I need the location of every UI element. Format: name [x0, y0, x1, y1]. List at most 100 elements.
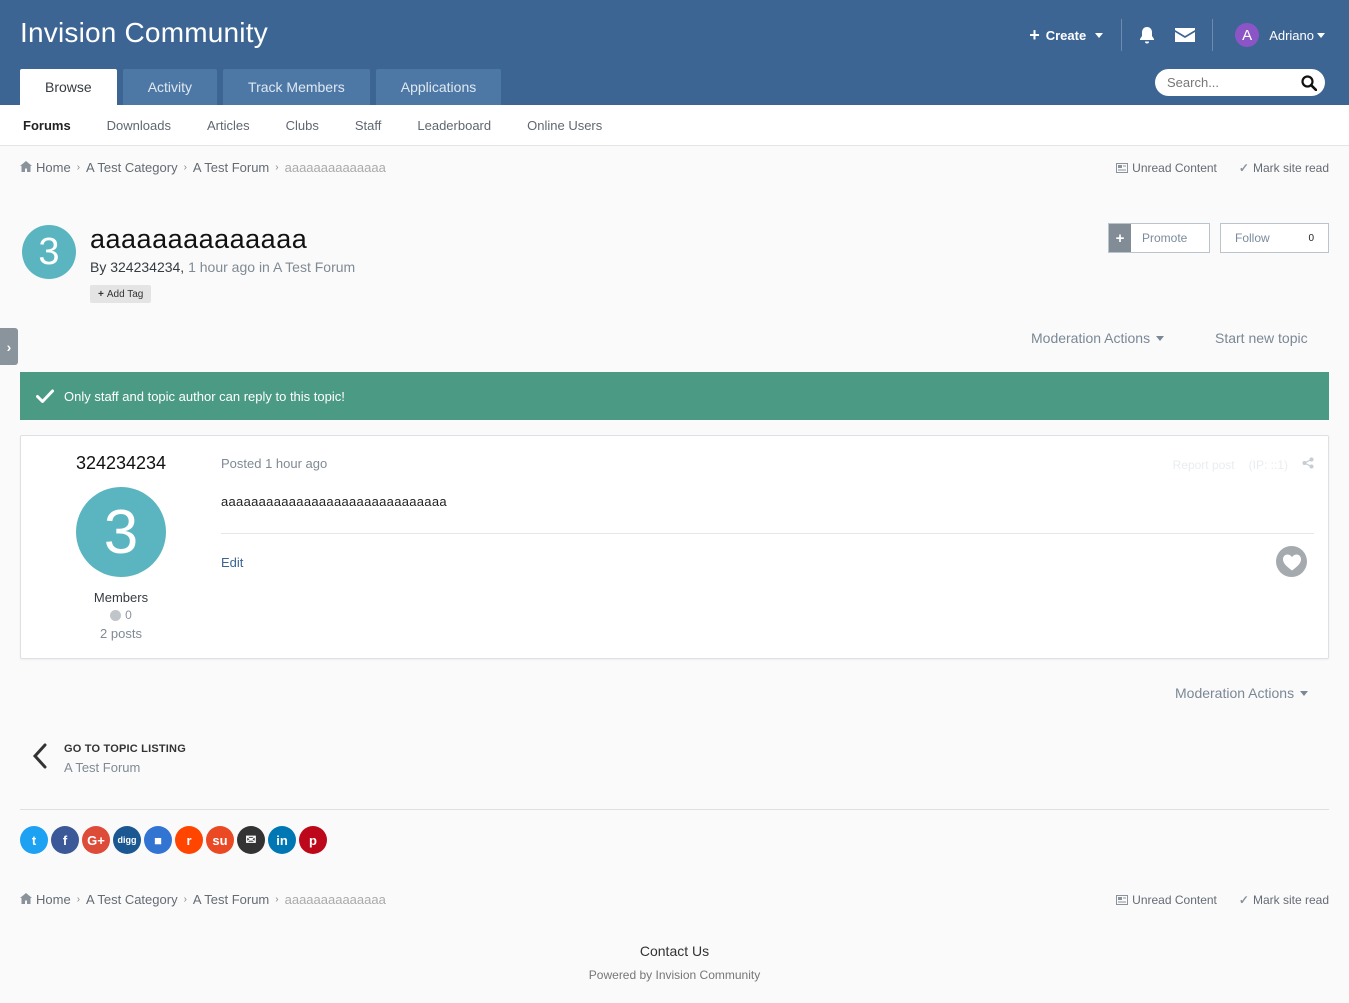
- search-icon[interactable]: [1301, 74, 1317, 91]
- site-header: Invision Community + Create A Adriano Br…: [0, 0, 1349, 105]
- post-content: aaaaaaaaaaaaaaaaaaaaaaaaaaaaaa: [221, 494, 447, 509]
- topic-author-avatar[interactable]: 3: [22, 225, 76, 279]
- topic-author-link[interactable]: 324234234,: [110, 259, 184, 275]
- topic-time: 1 hour ago: [188, 259, 256, 275]
- unread-content-link[interactable]: Unread Content: [1116, 893, 1217, 907]
- reddit-share-icon[interactable]: r: [175, 826, 203, 854]
- linkedin-share-icon[interactable]: in: [268, 826, 296, 854]
- post-ip[interactable]: (IP: ::1): [1249, 458, 1288, 472]
- delicious-share-icon[interactable]: ■: [144, 826, 172, 854]
- create-label: Create: [1045, 27, 1087, 43]
- breadcrumb-home[interactable]: Home: [36, 160, 71, 175]
- promote-button[interactable]: + Promote: [1108, 223, 1210, 253]
- chevron-right-icon: ›: [275, 894, 279, 905]
- topic-forum-link[interactable]: A Test Forum: [273, 259, 355, 275]
- caret-down-icon: [1317, 32, 1325, 38]
- notifications-bell-icon[interactable]: [1128, 19, 1166, 51]
- edit-post-link[interactable]: Edit: [221, 555, 243, 570]
- facebook-share-icon[interactable]: f: [51, 826, 79, 854]
- stumbleupon-share-icon[interactable]: su: [206, 826, 234, 854]
- tab-activity[interactable]: Activity: [122, 69, 218, 105]
- chevron-right-icon: ›: [275, 162, 279, 173]
- search-box: [1155, 69, 1325, 96]
- reaction-heart-icon[interactable]: [1276, 546, 1307, 577]
- subnav-downloads[interactable]: Downloads: [89, 118, 189, 133]
- moderation-actions-dropdown-bottom[interactable]: Moderation Actions: [1175, 685, 1309, 701]
- add-tag-button[interactable]: + Add Tag: [90, 285, 152, 303]
- post: 324234234 3 Members 0 2 posts Posted 1 h…: [20, 435, 1329, 659]
- breadcrumb-actions: Unread Content ✓ Mark site read: [1116, 161, 1329, 175]
- unread-content-link[interactable]: Unread Content: [1116, 161, 1217, 175]
- topic-meta: By 324234234, 1 hour ago in A Test Forum: [90, 259, 356, 275]
- chevron-left-icon: [30, 742, 48, 776]
- breadcrumb-bottom: Home › A Test Category › A Test Forum › …: [20, 892, 386, 907]
- email-share-icon[interactable]: ✉: [237, 826, 265, 854]
- mark-site-read-link[interactable]: ✓ Mark site read: [1239, 161, 1329, 175]
- mark-site-read-link[interactable]: ✓ Mark site read: [1239, 893, 1329, 907]
- post-author-name[interactable]: 324234234: [21, 453, 221, 474]
- post-author-avatar[interactable]: 3: [76, 487, 166, 577]
- follow-count: 0: [1308, 232, 1314, 244]
- go-to-topic-listing-title: GO TO TOPIC LISTING: [64, 743, 186, 755]
- pinterest-share-icon[interactable]: p: [299, 826, 327, 854]
- subnav-clubs[interactable]: Clubs: [268, 118, 337, 133]
- newspaper-icon: [1116, 895, 1129, 905]
- subnav-articles[interactable]: Articles: [189, 118, 268, 133]
- breadcrumb-current: aaaaaaaaaaaaaa: [284, 892, 386, 907]
- breadcrumb-category[interactable]: A Test Category: [86, 160, 178, 175]
- sidebar-toggle-chevron-icon[interactable]: ›: [0, 328, 18, 365]
- main-nav-tabs: Browse Activity Track Members Applicatio…: [20, 69, 502, 105]
- caret-down-icon: [1300, 690, 1309, 696]
- contact-us-link[interactable]: Contact Us: [0, 943, 1349, 959]
- divider: [221, 533, 1314, 534]
- subnav-forums[interactable]: Forums: [5, 118, 89, 133]
- plus-icon: +: [98, 288, 104, 300]
- post-author-post-count: 2 posts: [100, 626, 142, 641]
- tab-applications[interactable]: Applications: [375, 69, 502, 105]
- post-tools: Report post (IP: ::1): [1173, 457, 1314, 472]
- chevron-right-icon: ›: [76, 894, 81, 905]
- go-to-topic-listing[interactable]: GO TO TOPIC LISTING A Test Forum: [30, 742, 186, 776]
- follow-button[interactable]: Follow 0: [1220, 223, 1329, 253]
- create-button[interactable]: + Create: [1029, 26, 1121, 44]
- user-avatar: A: [1235, 23, 1260, 47]
- subnav-leaderboard[interactable]: Leaderboard: [399, 118, 509, 133]
- check-icon: ✓: [1238, 893, 1249, 907]
- newspaper-icon: [1116, 163, 1129, 173]
- breadcrumb-forum[interactable]: A Test Forum: [193, 160, 269, 175]
- home-icon: [20, 892, 32, 907]
- messages-envelope-icon[interactable]: [1166, 19, 1204, 51]
- subnav-staff[interactable]: Staff: [337, 118, 400, 133]
- caret-down-icon: [1095, 32, 1104, 38]
- search-input[interactable]: [1167, 75, 1287, 90]
- start-new-topic-button[interactable]: Start new topic: [1215, 330, 1308, 346]
- share-links: t f G+ digg ■ r su ✉ in p: [20, 826, 327, 854]
- breadcrumb: Home › A Test Category › A Test Forum › …: [20, 160, 386, 175]
- digg-share-icon[interactable]: digg: [113, 826, 141, 854]
- user-menu[interactable]: A Adriano: [1213, 23, 1325, 47]
- subnav-online-users[interactable]: Online Users: [509, 118, 620, 133]
- post-author-group: Members: [93, 590, 149, 605]
- report-post-link[interactable]: Report post: [1173, 458, 1235, 472]
- moderation-actions-dropdown[interactable]: Moderation Actions: [1031, 330, 1165, 346]
- info-message: Only staff and topic author can reply to…: [20, 372, 1329, 420]
- post-author-reputation: 0: [21, 608, 221, 622]
- check-icon: [36, 389, 54, 403]
- twitter-share-icon[interactable]: t: [20, 826, 48, 854]
- plus-icon: +: [1029, 25, 1040, 45]
- sub-nav: Forums Downloads Articles Clubs Staff Le…: [0, 105, 1349, 146]
- breadcrumb-forum[interactable]: A Test Forum: [193, 892, 269, 907]
- share-icon[interactable]: [1302, 457, 1314, 472]
- breadcrumb-actions-bottom: Unread Content ✓ Mark site read: [1116, 893, 1329, 907]
- plus-icon: +: [1109, 224, 1131, 252]
- site-title[interactable]: Invision Community: [20, 17, 268, 49]
- chevron-right-icon: ›: [183, 162, 187, 173]
- tab-track-members[interactable]: Track Members: [223, 69, 370, 105]
- breadcrumb-category[interactable]: A Test Category: [86, 892, 178, 907]
- powered-by-text[interactable]: Powered by Invision Community: [0, 968, 1349, 982]
- divider: [1121, 19, 1123, 51]
- google-plus-share-icon[interactable]: G+: [82, 826, 110, 854]
- tab-browse[interactable]: Browse: [20, 69, 117, 105]
- breadcrumb-home[interactable]: Home: [36, 892, 71, 907]
- home-icon: [20, 160, 32, 175]
